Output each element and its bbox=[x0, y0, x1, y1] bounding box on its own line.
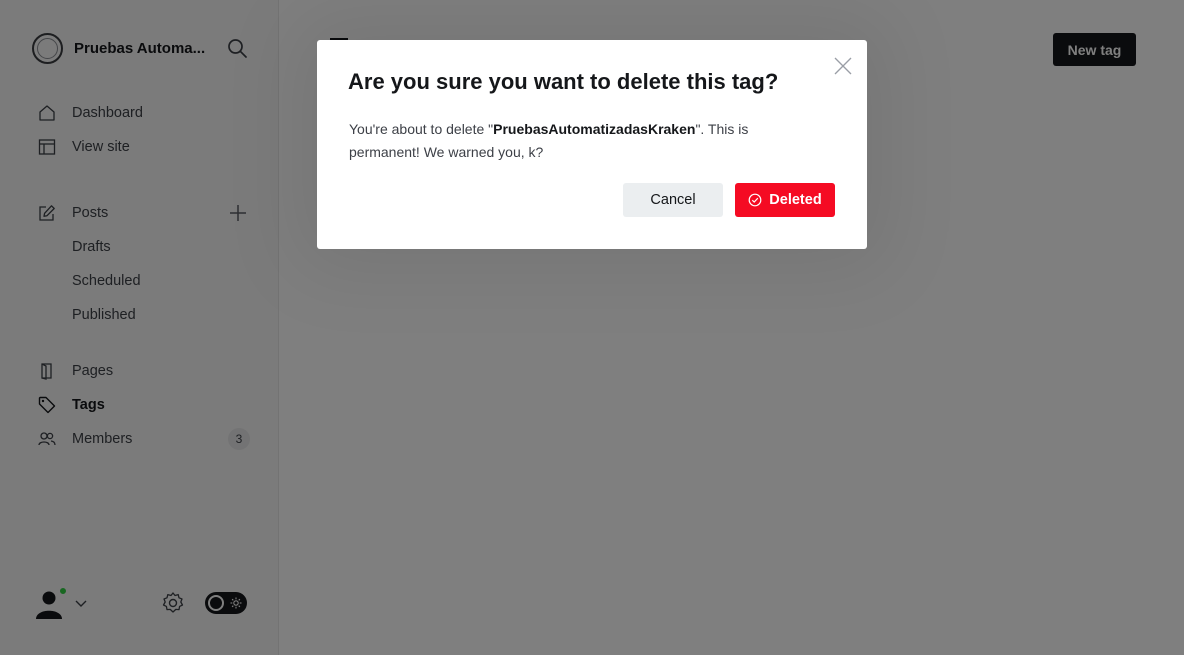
check-circle-icon bbox=[748, 193, 762, 207]
modal-title: Are you sure you want to delete this tag… bbox=[348, 69, 779, 94]
modal-message: You're about to delete "PruebasAutomatiz… bbox=[349, 118, 819, 164]
delete-button-label: Deleted bbox=[769, 192, 822, 208]
delete-tag-modal: Are you sure you want to delete this tag… bbox=[317, 40, 867, 249]
delete-button[interactable]: Deleted bbox=[735, 183, 835, 217]
cancel-button[interactable]: Cancel bbox=[623, 183, 723, 217]
tag-name: PruebasAutomatizadasKraken bbox=[493, 121, 696, 137]
close-icon[interactable] bbox=[833, 56, 853, 76]
message-prefix: You're about to delete " bbox=[349, 121, 494, 137]
